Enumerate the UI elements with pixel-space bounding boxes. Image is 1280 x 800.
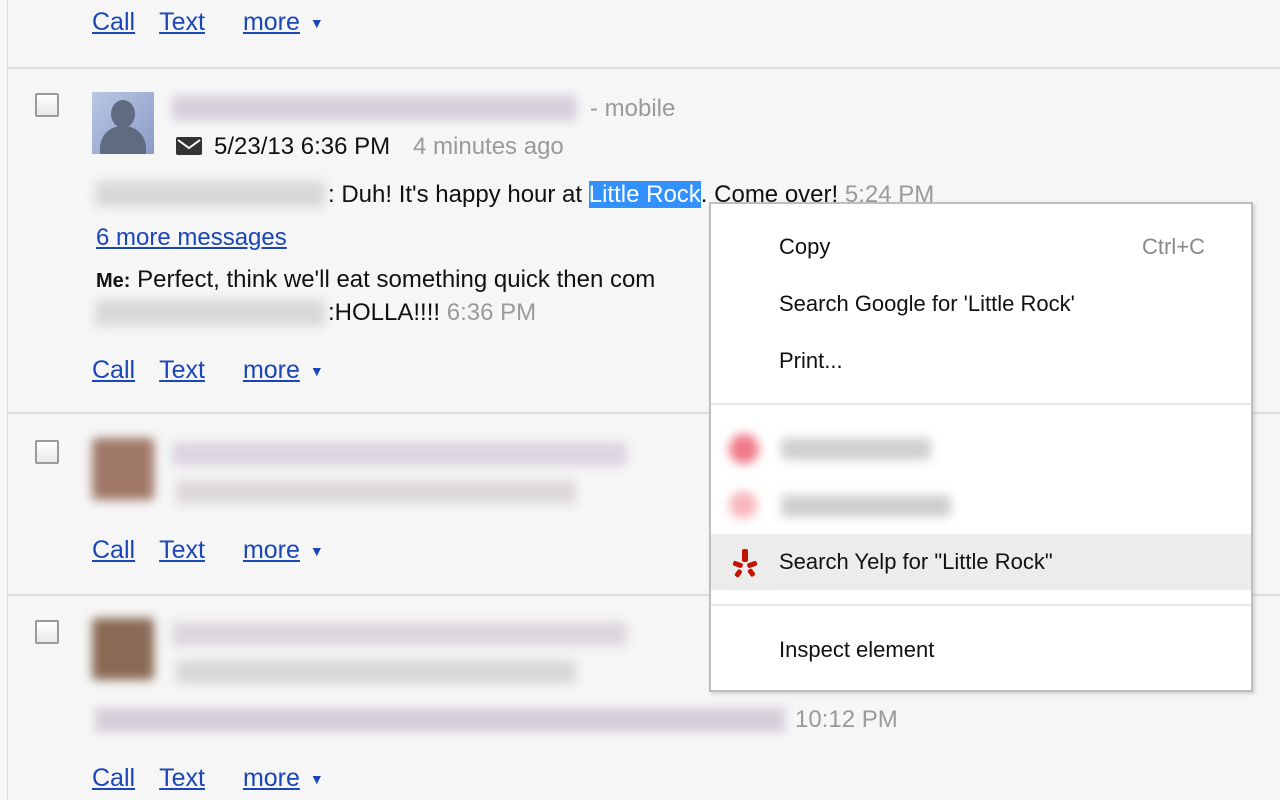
more-link[interactable]: more <box>243 764 300 793</box>
select-checkbox[interactable] <box>35 620 59 644</box>
menu-label: Copy <box>779 234 831 259</box>
contact-info-blurred <box>172 442 627 466</box>
relative-time: 4 minutes ago <box>413 133 564 160</box>
dropdown-triangle-icon[interactable]: ▼ <box>310 771 324 787</box>
message-time: 6:36 PM <box>446 299 537 326</box>
actions-row-0: Call Text more ▼ <box>92 8 324 37</box>
menu-label: Search Yelp for "Little Rock" <box>779 549 1053 574</box>
contact-name-blurred <box>172 95 577 121</box>
dropdown-triangle-icon[interactable]: ▼ <box>310 363 324 379</box>
contact-info-blurred <box>172 622 627 646</box>
menu-separator <box>711 403 1251 405</box>
message-text: Perfect, think we'll eat something quick… <box>137 266 656 293</box>
menu-label: Search Google for 'Little Rock' <box>779 291 1075 316</box>
message-3: :HOLLA!!!! 6:36 PM <box>328 299 537 326</box>
dropdown-triangle-icon[interactable]: ▼ <box>310 543 324 559</box>
date-blurred <box>176 480 576 504</box>
extension-icon <box>729 434 759 464</box>
menu-label-blurred <box>781 438 931 460</box>
context-menu: Copy Ctrl+C Search Google for 'Little Ro… <box>709 202 1253 692</box>
dropdown-triangle-icon[interactable]: ▼ <box>310 15 324 31</box>
message-text: HOLLA!!!! <box>334 299 441 326</box>
menu-label: Inspect element <box>779 637 935 662</box>
more-messages-link[interactable]: 6 more messages <box>96 224 287 252</box>
menu-item-extension-blurred[interactable] <box>711 477 1251 533</box>
actions-row-3: Call Text more ▼ <box>92 764 324 793</box>
menu-item-print[interactable]: Print... <box>711 333 1251 389</box>
more-link[interactable]: more <box>243 356 300 385</box>
call-link[interactable]: Call <box>92 764 135 793</box>
call-link[interactable]: Call <box>92 8 135 37</box>
menu-item-inspect[interactable]: Inspect element <box>711 622 1251 678</box>
date-blurred <box>176 660 576 684</box>
select-checkbox[interactable] <box>35 93 59 117</box>
text-link[interactable]: Text <box>159 356 205 385</box>
avatar[interactable] <box>92 438 154 500</box>
yelp-icon <box>732 549 758 578</box>
menu-item-copy[interactable]: Copy Ctrl+C <box>711 219 1251 275</box>
select-checkbox[interactable] <box>35 440 59 464</box>
message-blurred <box>95 708 785 732</box>
phone-type: - mobile <box>590 95 676 122</box>
envelope-icon <box>176 137 202 155</box>
more-link[interactable]: more <box>243 536 300 565</box>
shortcut-label: Ctrl+C <box>1142 234 1205 259</box>
text-link[interactable]: Text <box>159 8 205 37</box>
selected-text[interactable]: Little Rock <box>588 181 701 208</box>
actions-row-1: Call Text more ▼ <box>92 356 324 385</box>
sender-me: Me: <box>96 270 131 292</box>
more-link[interactable]: more <box>243 8 300 37</box>
message-2: Me: Perfect, think we'll eat something q… <box>96 266 655 294</box>
menu-item-extension-blurred[interactable] <box>711 420 1251 476</box>
left-border <box>7 0 8 800</box>
message-time: 10:12 PM <box>795 706 898 733</box>
menu-separator <box>711 604 1251 606</box>
extension-icon <box>729 491 757 519</box>
avatar[interactable] <box>92 618 154 680</box>
text-link[interactable]: Text <box>159 536 205 565</box>
text-link[interactable]: Text <box>159 764 205 793</box>
menu-label: Print... <box>779 348 843 373</box>
menu-label-blurred <box>781 495 951 517</box>
menu-item-search-google[interactable]: Search Google for 'Little Rock' <box>711 276 1251 332</box>
avatar[interactable] <box>92 92 154 154</box>
sender-name-blurred <box>95 181 325 207</box>
sender-name-blurred <box>95 300 325 326</box>
menu-item-search-yelp[interactable]: Search Yelp for "Little Rock" <box>711 534 1251 590</box>
message-text: Duh! It's happy hour at <box>341 181 589 208</box>
divider <box>8 67 1280 69</box>
call-link[interactable]: Call <box>92 356 135 385</box>
actions-row-2: Call Text more ▼ <box>92 536 324 565</box>
call-link[interactable]: Call <box>92 536 135 565</box>
message-date: 5/23/13 6:36 PM <box>214 133 391 160</box>
